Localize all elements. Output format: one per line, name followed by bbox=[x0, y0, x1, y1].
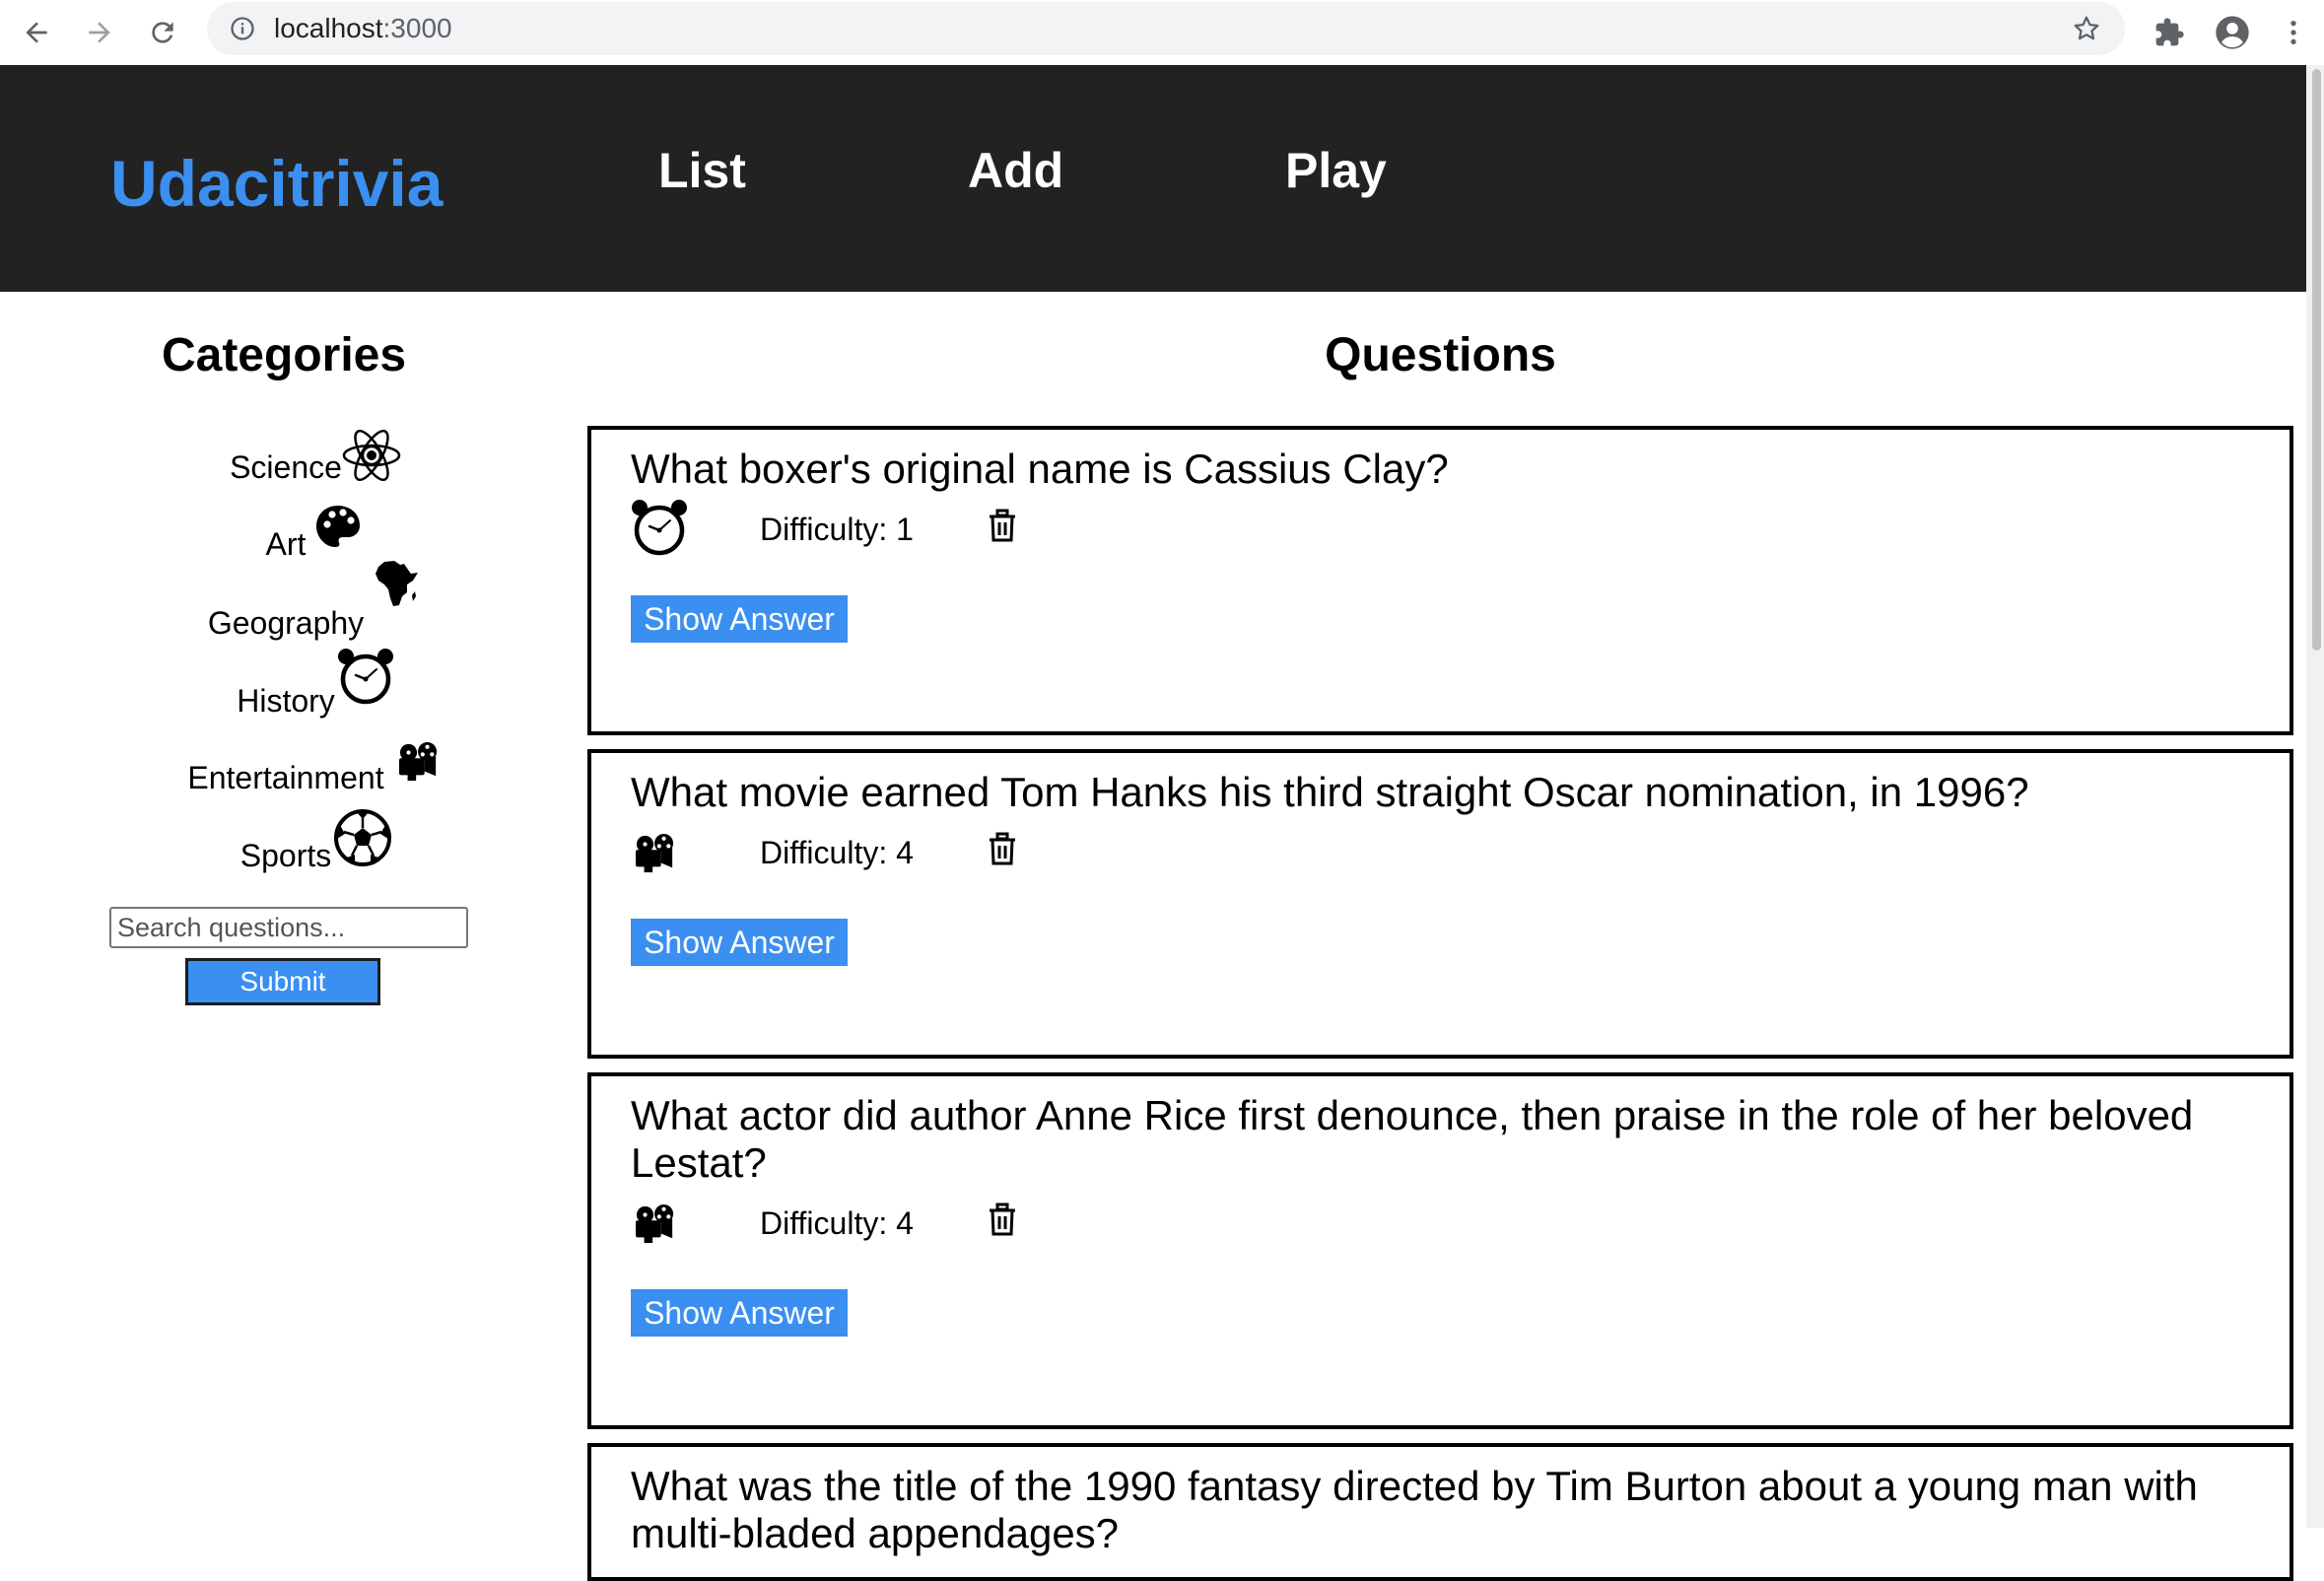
category-sports[interactable]: Sports bbox=[0, 809, 572, 875]
atom-icon bbox=[342, 429, 401, 482]
palette-icon bbox=[316, 506, 361, 547]
question-text: What was the title of the 1990 fantasy d… bbox=[631, 1463, 2198, 1556]
puzzle-icon bbox=[2155, 18, 2184, 46]
difficulty-text: Difficulty: 1 bbox=[760, 511, 914, 548]
forward-button[interactable] bbox=[75, 8, 124, 57]
trash-icon[interactable] bbox=[988, 832, 1017, 865]
category-label: Sports bbox=[239, 838, 332, 873]
arrow-right-icon bbox=[89, 22, 110, 43]
film-projector-icon bbox=[636, 1204, 674, 1244]
trash-icon[interactable] bbox=[988, 1203, 1017, 1236]
category-label: History bbox=[237, 683, 335, 719]
browser-toolbar: localhost:3000 bbox=[0, 0, 2324, 66]
question-text: What movie earned Tom Hanks his third st… bbox=[631, 769, 2029, 815]
category-art[interactable]: Art bbox=[0, 506, 572, 564]
questions-title: Questions bbox=[1325, 329, 1556, 381]
show-answer-button[interactable]: Show Answer bbox=[631, 919, 848, 966]
reload-icon bbox=[152, 22, 173, 43]
africa-map-icon bbox=[376, 561, 419, 606]
scrollbar-thumb[interactable] bbox=[2312, 69, 2321, 651]
search-input[interactable] bbox=[109, 907, 468, 948]
category-label: Entertainment bbox=[187, 760, 384, 795]
question-card: What movie earned Tom Hanks his third st… bbox=[587, 749, 2293, 1059]
nav-list[interactable]: List bbox=[658, 141, 746, 200]
question-card: What boxer's original name is Cassius Cl… bbox=[587, 426, 2293, 735]
nav-add[interactable]: Add bbox=[968, 141, 1063, 200]
alarm-clock-icon bbox=[632, 500, 687, 556]
profile-button[interactable] bbox=[2208, 8, 2257, 57]
show-answer-button[interactable]: Show Answer bbox=[631, 1289, 848, 1337]
trash-icon[interactable] bbox=[988, 509, 1017, 542]
difficulty-value: 1 bbox=[896, 512, 914, 547]
category-label: Science bbox=[230, 449, 342, 485]
extensions-button[interactable] bbox=[2145, 8, 2194, 57]
category-history[interactable]: History bbox=[0, 649, 572, 721]
browser-menu-button[interactable] bbox=[2269, 8, 2318, 57]
url-text: localhost:3000 bbox=[274, 14, 452, 43]
difficulty-value: 4 bbox=[896, 835, 914, 870]
difficulty-prefix: Difficulty: bbox=[760, 835, 888, 870]
category-science[interactable]: Science bbox=[0, 429, 572, 487]
account-icon bbox=[2216, 16, 2249, 49]
film-projector-icon bbox=[398, 742, 437, 782]
more-vertical-icon bbox=[2290, 21, 2296, 44]
question-card: What was the title of the 1990 fantasy d… bbox=[587, 1443, 2293, 1581]
arrow-left-icon bbox=[26, 22, 47, 43]
brand-logo[interactable]: Udacitrivia bbox=[110, 148, 443, 219]
question-text: What actor did author Anne Rice first de… bbox=[631, 1092, 2194, 1186]
difficulty-prefix: Difficulty: bbox=[760, 1205, 888, 1241]
question-card: What actor did author Anne Rice first de… bbox=[587, 1072, 2293, 1429]
alarm-clock-icon bbox=[337, 649, 393, 705]
url-host: localhost bbox=[274, 13, 383, 43]
question-text: What boxer's original name is Cassius Cl… bbox=[631, 446, 1449, 492]
address-bar[interactable]: localhost:3000 bbox=[207, 2, 2125, 55]
reload-button[interactable] bbox=[138, 8, 187, 57]
difficulty-text: Difficulty: 4 bbox=[760, 1204, 914, 1242]
difficulty-prefix: Difficulty: bbox=[760, 512, 888, 547]
url-port: :3000 bbox=[382, 13, 452, 43]
category-geography[interactable]: Geography bbox=[0, 561, 572, 643]
back-button[interactable] bbox=[12, 8, 61, 57]
nav-play[interactable]: Play bbox=[1285, 141, 1387, 200]
category-entertainment[interactable]: Entertainment bbox=[0, 742, 572, 797]
category-label: Art bbox=[265, 526, 307, 562]
category-label: Geography bbox=[207, 605, 365, 641]
film-projector-icon bbox=[636, 834, 674, 873]
soccer-ball-icon bbox=[334, 809, 392, 866]
submit-button[interactable]: Submit bbox=[185, 958, 380, 1005]
show-answer-button[interactable]: Show Answer bbox=[631, 595, 848, 643]
categories-title: Categories bbox=[161, 329, 407, 381]
difficulty-text: Difficulty: 4 bbox=[760, 834, 914, 871]
difficulty-value: 4 bbox=[896, 1205, 914, 1241]
info-icon bbox=[231, 17, 254, 40]
star-icon[interactable] bbox=[2072, 14, 2101, 43]
